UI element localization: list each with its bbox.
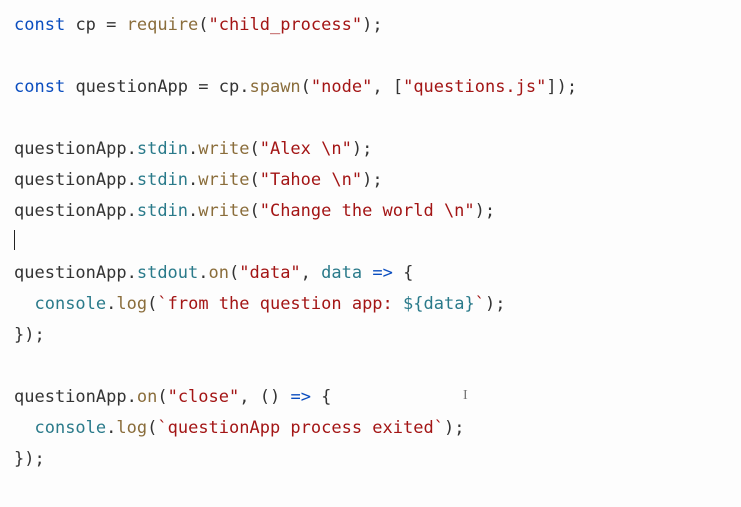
fn-log: log xyxy=(116,418,147,438)
fn-spawn: spawn xyxy=(249,77,300,97)
code-line: questionApp.stdin.write("Change the worl… xyxy=(14,201,495,221)
param-data: data xyxy=(321,263,362,283)
keyword-const: const xyxy=(14,15,65,35)
fn-on: on xyxy=(209,263,229,283)
string-literal: "Tahoe \n" xyxy=(260,170,362,190)
template-literal: questionApp process exited xyxy=(168,418,434,438)
code-line: console.log(`questionApp process exited`… xyxy=(14,418,464,438)
code-line: questionApp.on("close", () => { xyxy=(14,387,331,407)
fn-log: log xyxy=(116,294,147,314)
string-literal: "data" xyxy=(239,263,300,283)
code-line: questionApp.stdin.write("Alex \n"); xyxy=(14,139,372,159)
fn-write: write xyxy=(198,201,249,221)
string-literal: "Alex \n" xyxy=(260,139,352,159)
fn-on: on xyxy=(137,387,157,407)
identifier: questionApp xyxy=(75,77,188,97)
code-line: }); xyxy=(14,325,45,345)
code-line: }); xyxy=(14,449,45,469)
code-line: console.log(`from the question app: ${da… xyxy=(14,294,505,314)
string-literal: "node" xyxy=(311,77,372,97)
fn-require: require xyxy=(127,15,199,35)
code-line: const questionApp = cp.spawn("node", ["q… xyxy=(14,77,577,97)
code-editor[interactable]: const cp = require("child_process"); con… xyxy=(0,0,741,485)
fn-write: write xyxy=(198,139,249,159)
code-line: questionApp.stdout.on("data", data => { xyxy=(14,263,413,283)
text-cursor-icon xyxy=(14,230,15,250)
fn-write: write xyxy=(198,170,249,190)
string-literal: "questions.js" xyxy=(403,77,546,97)
string-literal: "child_process" xyxy=(209,15,363,35)
template-literal: from the question app: xyxy=(168,294,403,314)
code-line: questionApp.stdin.write("Tahoe \n"); xyxy=(14,170,383,190)
code-line-cursor xyxy=(14,232,15,252)
string-literal: "close" xyxy=(168,387,240,407)
code-line: const cp = require("child_process"); xyxy=(14,15,383,35)
keyword-const: const xyxy=(14,77,65,97)
identifier: cp xyxy=(75,15,95,35)
string-literal: "Change the world \n" xyxy=(260,201,475,221)
